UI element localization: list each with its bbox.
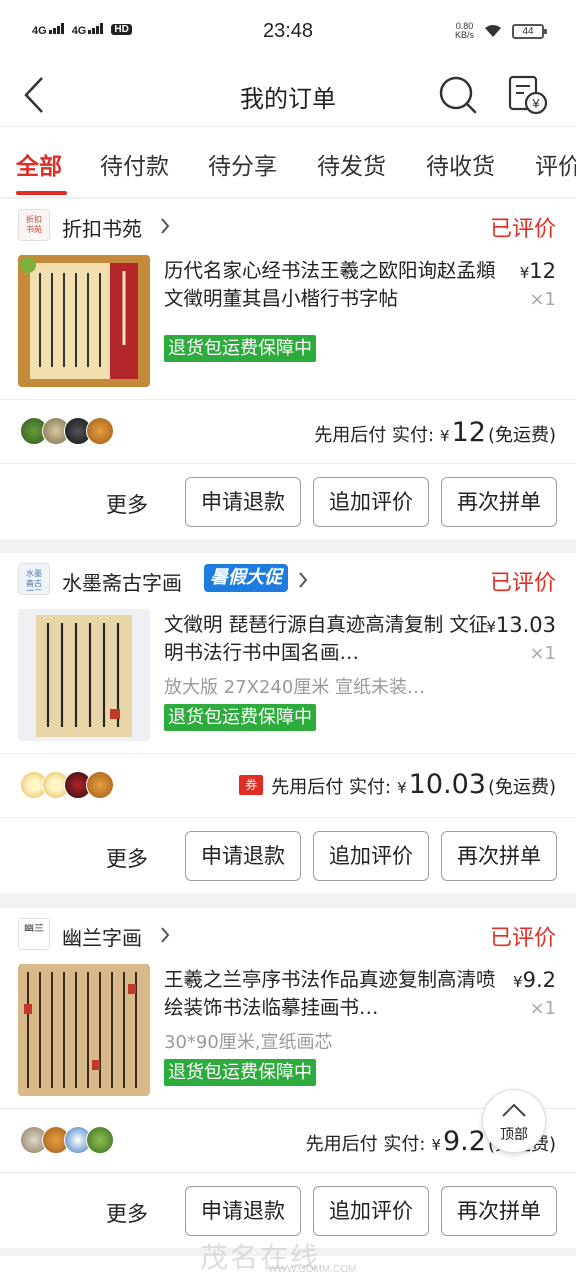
divider: [0, 1172, 576, 1173]
chevron-up-icon: [502, 1103, 526, 1117]
paid-label: 实付:: [391, 425, 435, 446]
paid-label: 实付:: [383, 1134, 426, 1155]
shop-logo: 水墨斋古字画: [18, 563, 50, 595]
product-price: ¥12: [519, 259, 556, 283]
bill-yen-icon[interactable]: ¥: [506, 73, 548, 115]
payment-summary: 券先用后付 实付: ¥10.03 (免运费): [239, 769, 556, 800]
avatar: [86, 417, 114, 445]
shop-name[interactable]: 幽兰字画: [62, 922, 142, 951]
freight-guarantee-badge: 退货包运费保障中: [164, 335, 316, 362]
product-image[interactable]: [18, 255, 150, 387]
chevron-right-icon: [299, 572, 308, 588]
avatar: [86, 771, 114, 799]
order-status: 已评价: [489, 571, 556, 596]
chevron-right-icon: [161, 218, 170, 234]
page-title: 我的订单: [240, 85, 336, 113]
add-review-button[interactable]: 追加评价: [313, 1186, 429, 1236]
shop-header[interactable]: 幽兰 幽兰字画 已评价: [0, 908, 576, 962]
currency-symbol: ¥: [397, 779, 407, 797]
divider: [0, 817, 576, 818]
more-button[interactable]: 更多: [106, 1198, 148, 1228]
search-icon[interactable]: [438, 75, 478, 115]
divider: [0, 753, 576, 754]
paid-amount: 9.2: [443, 1126, 486, 1157]
currency-symbol: ¥: [440, 427, 450, 445]
product-quantity: ×1: [529, 289, 556, 310]
active-tab-indicator: [16, 191, 67, 195]
refund-button[interactable]: 申请退款: [185, 477, 301, 527]
pay-later-label: 先用后付: [314, 425, 387, 446]
rebuy-button[interactable]: 再次拼单: [441, 1186, 557, 1236]
product-title[interactable]: 文徵明 琵琶行源自真迹高清复制 文征明书法行书中国名画…: [164, 611, 504, 667]
chevron-right-icon: [161, 927, 170, 943]
refund-button[interactable]: 申请退款: [185, 1186, 301, 1236]
back-to-top-button[interactable]: 顶部: [482, 1089, 546, 1153]
paid-label: 实付:: [349, 777, 392, 798]
pay-later-label: 先用后付: [305, 1134, 378, 1155]
order-card[interactable]: 水墨斋古字画 水墨斋古字画 暑假大促 已评价 文徵明 琵琶行源自真迹高清复制 文…: [0, 553, 576, 893]
shop-name[interactable]: 水墨斋古字画: [62, 567, 182, 596]
tab-pending-receipt[interactable]: 待收货: [426, 147, 495, 181]
product-image[interactable]: [18, 964, 150, 1096]
app-header: 我的订单 ¥: [0, 64, 576, 126]
shop-header[interactable]: 折扣书苑 折扣书苑 已评价: [0, 199, 576, 253]
freight-guarantee-badge: 退货包运费保障中: [164, 704, 316, 731]
order-card[interactable]: 幽兰 幽兰字画 已评价 王羲之兰亭序书法作品真迹复制高清喷绘装饰书法临摹挂画书……: [0, 908, 576, 1248]
product-title[interactable]: 王羲之兰亭序书法作品真迹复制高清喷绘装饰书法临摹挂画书…: [164, 966, 504, 1022]
back-to-top-label: 顶部: [500, 1127, 528, 1143]
product-quantity: ×1: [529, 643, 556, 664]
svg-text:¥: ¥: [531, 96, 540, 111]
shop-header[interactable]: 水墨斋古字画 水墨斋古字画 暑假大促 已评价: [0, 553, 576, 607]
shipping-note: (免运费): [487, 425, 556, 446]
payment-summary: 先用后付 实付: ¥12 (免运费): [314, 417, 556, 448]
net-speed: 0.80 KB/s: [454, 21, 474, 40]
product-price: ¥9.2: [513, 968, 556, 992]
tab-pending-payment[interactable]: 待付款: [100, 147, 169, 181]
status-bar: 4G 4G HD 23:48 0.80 KB/s 44: [0, 0, 576, 64]
divider: [0, 399, 576, 400]
rebuy-button[interactable]: 再次拼单: [441, 831, 557, 881]
order-tabs: 全部 待付款 待分享 待发货 待收货 评价: [0, 126, 576, 198]
shipping-note: (免运费): [487, 777, 556, 798]
avatar: [86, 1126, 114, 1154]
product-price: ¥13.03: [486, 613, 556, 637]
tab-review[interactable]: 评价: [535, 147, 576, 181]
coupon-icon: 券: [239, 774, 264, 795]
pay-later-label: 先用后付: [271, 777, 344, 798]
product-image[interactable]: [18, 609, 150, 741]
more-button[interactable]: 更多: [106, 843, 148, 873]
product-quantity: ×1: [529, 998, 556, 1019]
freight-guarantee-badge: 退货包运费保障中: [164, 1059, 316, 1086]
product-spec: 30*90厘米,宣纸画芯: [164, 1032, 333, 1053]
currency-symbol: ¥: [431, 1136, 441, 1154]
watermark-url: WWW.GDMM.COM: [268, 1264, 357, 1275]
product-title[interactable]: 历代名家心经书法王羲之欧阳询赵孟頫文徵明董其昌小楷行书字帖: [164, 257, 504, 313]
order-card[interactable]: 折扣书苑 折扣书苑 已评价 历代名家心经书法王羲之欧阳询赵孟頫文徵明董其昌小楷行…: [0, 199, 576, 539]
tab-pending-shipment[interactable]: 待发货: [317, 147, 386, 181]
shop-name[interactable]: 折扣书苑: [62, 213, 142, 242]
order-status: 已评价: [489, 926, 556, 951]
add-review-button[interactable]: 追加评价: [313, 831, 429, 881]
wifi-icon: [485, 25, 501, 37]
paid-amount: 10.03: [408, 769, 486, 800]
refund-button[interactable]: 申请退款: [185, 831, 301, 881]
order-status: 已评价: [489, 217, 556, 242]
add-review-button[interactable]: 追加评价: [313, 477, 429, 527]
tab-all[interactable]: 全部: [16, 147, 62, 181]
product-spec: 放大版 27X240厘米 宣纸未装…: [164, 677, 426, 698]
rebuy-button[interactable]: 再次拼单: [441, 477, 557, 527]
divider: [0, 463, 576, 464]
status-right: 0.80 KB/s 44: [454, 21, 547, 40]
tab-pending-share[interactable]: 待分享: [208, 147, 277, 181]
shop-logo: 幽兰: [18, 918, 50, 950]
paid-amount: 12: [451, 417, 486, 448]
battery-indicator: 44: [512, 23, 547, 39]
promo-badge: 暑假大促: [204, 564, 288, 592]
orders-page: 4G 4G HD 23:48 0.80 KB/s 44 我的订单 ¥ 全部 待付款…: [0, 0, 576, 1280]
more-button[interactable]: 更多: [106, 489, 148, 519]
shop-logo: 折扣书苑: [18, 209, 50, 241]
